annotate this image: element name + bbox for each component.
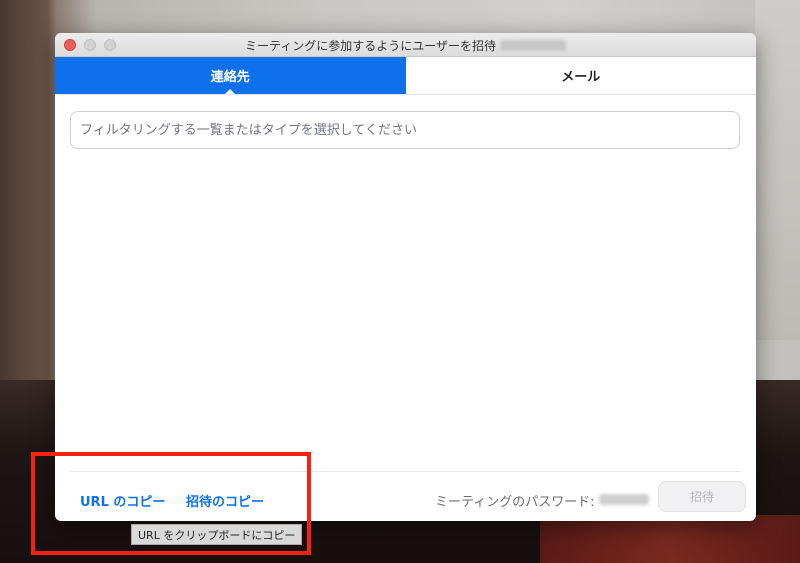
footer-divider bbox=[70, 471, 741, 472]
background-wall-right bbox=[755, 0, 800, 340]
meeting-id-redacted bbox=[500, 40, 567, 51]
tab-bar: 連絡先 メール bbox=[55, 57, 756, 95]
invite-button[interactable]: 招待 bbox=[658, 481, 746, 512]
contact-search-input[interactable] bbox=[70, 111, 740, 149]
meeting-password-label: ミーティングのパスワード: bbox=[435, 495, 595, 510]
title-bar[interactable]: ミーティングに参加するようにユーザーを招待 bbox=[55, 33, 756, 57]
window-title-text: ミーティングに参加するようにユーザーを招待 bbox=[244, 39, 497, 53]
meeting-password-redacted bbox=[599, 494, 649, 505]
search-area bbox=[55, 95, 756, 149]
background-red-object bbox=[540, 515, 800, 563]
tab-email[interactable]: メール bbox=[406, 57, 757, 94]
copy-url-tooltip: URL をクリップボードにコピー bbox=[131, 524, 303, 545]
copy-invitation-link[interactable]: 招待のコピー bbox=[186, 491, 264, 510]
invite-dialog: ミーティングに参加するようにユーザーを招待 連絡先 メール URL のコピー 招… bbox=[55, 33, 756, 521]
tab-contacts[interactable]: 連絡先 bbox=[55, 57, 406, 94]
window-title: ミーティングに参加するようにユーザーを招待 bbox=[55, 37, 756, 54]
copy-url-link[interactable]: URL のコピー bbox=[80, 491, 165, 510]
